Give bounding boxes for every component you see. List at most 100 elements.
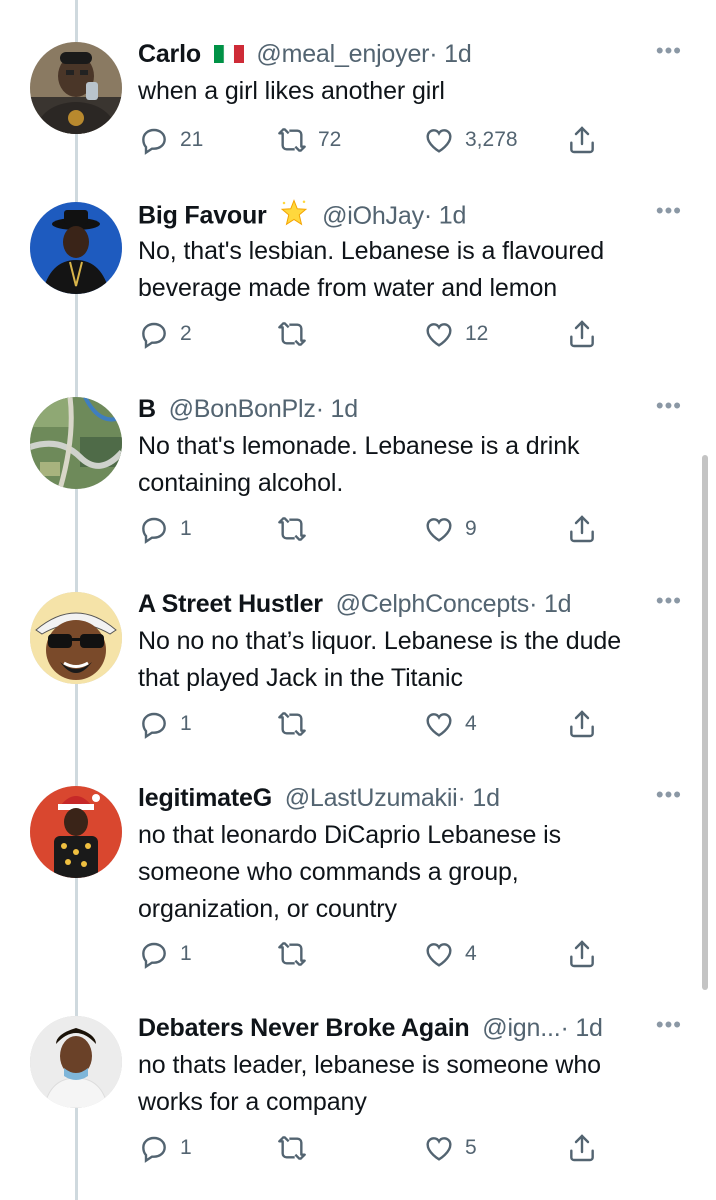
timestamp[interactable]: · 1d	[424, 202, 466, 230]
like-count: 5	[465, 1136, 477, 1159]
like-count: 3,278	[465, 128, 518, 151]
retweet-icon	[276, 124, 308, 156]
retweet-icon	[276, 708, 308, 740]
reply-icon	[138, 708, 170, 740]
avatar[interactable]	[30, 1016, 122, 1108]
heart-icon	[423, 708, 455, 740]
tweet-text-line: someone who commands a group,	[138, 858, 519, 886]
reply-button[interactable]: 1	[138, 704, 192, 744]
tweet-text-line: beverage made from water and lemon	[138, 274, 558, 302]
avatar[interactable]	[30, 202, 122, 294]
action-bar: 1 4	[138, 704, 606, 744]
action-bar: 1 5	[138, 1128, 606, 1168]
tweet-text-line: no that leonardo DiCaprio Lebanese is	[138, 821, 561, 849]
share-icon	[566, 938, 598, 970]
share-button[interactable]	[566, 1128, 598, 1168]
author-handle[interactable]: @ign...	[482, 1014, 560, 1042]
scrollbar[interactable]	[702, 455, 708, 990]
timestamp[interactable]: · 1d	[560, 1014, 602, 1042]
like-count: 4	[465, 712, 477, 735]
like-button[interactable]: 12	[423, 314, 488, 354]
like-count: 9	[465, 517, 477, 540]
reply-count: 1	[180, 942, 192, 965]
reply-count: 2	[180, 322, 192, 345]
reply-button[interactable]: 21	[138, 120, 203, 160]
reply-icon	[138, 938, 170, 970]
retweet-button[interactable]	[276, 704, 318, 744]
tweet-text: no thats leader, lebanese is someone who…	[138, 1047, 666, 1121]
tweet-text-line: works for a company	[138, 1088, 367, 1116]
avatar[interactable]	[30, 786, 122, 878]
tweet-text-line: containing alcohol.	[138, 469, 344, 497]
share-button[interactable]	[566, 120, 598, 160]
tweet-text: when a girl likes another girl	[138, 73, 666, 110]
author-handle[interactable]: @CelphConcepts	[336, 590, 530, 618]
more-options-icon[interactable]: •••	[656, 590, 682, 612]
share-icon	[566, 708, 598, 740]
tweet-text-line: No that's lemonade. Lebanese is a drink	[138, 432, 580, 460]
avatar[interactable]	[30, 42, 122, 134]
retweet-icon	[276, 318, 308, 350]
author-name[interactable]: Big Favour	[138, 202, 267, 230]
like-button[interactable]: 3,278	[423, 120, 518, 160]
reply-count: 21	[180, 128, 204, 151]
reply-button[interactable]: 1	[138, 1128, 192, 1168]
reply-icon	[138, 513, 170, 545]
more-options-icon[interactable]: •••	[656, 784, 682, 806]
timestamp[interactable]: · 1d	[316, 395, 358, 423]
tweet-text-line: No, that's lesbian. Lebanese is a flavou…	[138, 237, 605, 265]
share-icon	[566, 1132, 598, 1164]
action-bar: 2 12	[138, 314, 606, 354]
share-icon	[566, 318, 598, 350]
timestamp[interactable]: · 1d	[529, 590, 571, 618]
reply-button[interactable]: 1	[138, 509, 192, 549]
retweet-button[interactable]	[276, 314, 318, 354]
author-name[interactable]: Debaters Never Broke Again	[138, 1014, 470, 1042]
retweet-button[interactable]	[276, 1128, 318, 1168]
retweet-button[interactable]	[276, 934, 318, 974]
more-options-icon[interactable]: •••	[656, 1014, 682, 1036]
author-handle[interactable]: @BonBonPlz	[169, 395, 316, 423]
more-options-icon[interactable]: •••	[656, 200, 682, 222]
tweet-text: No, that's lesbian. Lebanese is a flavou…	[138, 233, 666, 307]
like-button[interactable]: 4	[423, 704, 477, 744]
star-icon	[279, 198, 309, 236]
like-button[interactable]: 5	[423, 1128, 477, 1168]
share-button[interactable]	[566, 314, 598, 354]
author-handle[interactable]: @meal_enjoyer	[256, 40, 429, 68]
reply-icon	[138, 318, 170, 350]
author-handle[interactable]: @iOhJay	[322, 202, 424, 230]
share-button[interactable]	[566, 704, 598, 744]
author-handle[interactable]: @LastUzumakii	[285, 784, 458, 812]
like-button[interactable]: 9	[423, 509, 477, 549]
timestamp[interactable]: · 1d	[458, 784, 500, 812]
tweet-text: no that leonardo DiCaprio Lebanese is so…	[138, 817, 666, 928]
reply-count: 1	[180, 517, 192, 540]
reply-button[interactable]: 2	[138, 314, 192, 354]
retweet-button[interactable]	[276, 509, 318, 549]
author-name[interactable]: B	[138, 395, 156, 423]
more-options-icon[interactable]: •••	[656, 40, 682, 62]
avatar[interactable]	[30, 397, 122, 489]
more-options-icon[interactable]: •••	[656, 395, 682, 417]
author-name[interactable]: legitimateG	[138, 784, 272, 812]
heart-icon	[423, 318, 455, 350]
reply-count: 1	[180, 1136, 192, 1159]
retweet-icon	[276, 1132, 308, 1164]
like-count: 4	[465, 942, 477, 965]
timestamp[interactable]: · 1d	[429, 40, 471, 68]
author-name[interactable]: A Street Hustler	[138, 590, 323, 618]
action-bar: 1 9	[138, 509, 606, 549]
author-name[interactable]: Carlo	[138, 40, 201, 68]
avatar[interactable]	[30, 592, 122, 684]
heart-icon	[423, 513, 455, 545]
italy-flag-icon	[213, 39, 244, 71]
retweet-button[interactable]: 72	[276, 120, 341, 160]
heart-icon	[423, 124, 455, 156]
share-button[interactable]	[566, 509, 598, 549]
share-button[interactable]	[566, 934, 598, 974]
heart-icon	[423, 1132, 455, 1164]
reply-button[interactable]: 1	[138, 934, 192, 974]
like-button[interactable]: 4	[423, 934, 477, 974]
retweet-icon	[276, 938, 308, 970]
